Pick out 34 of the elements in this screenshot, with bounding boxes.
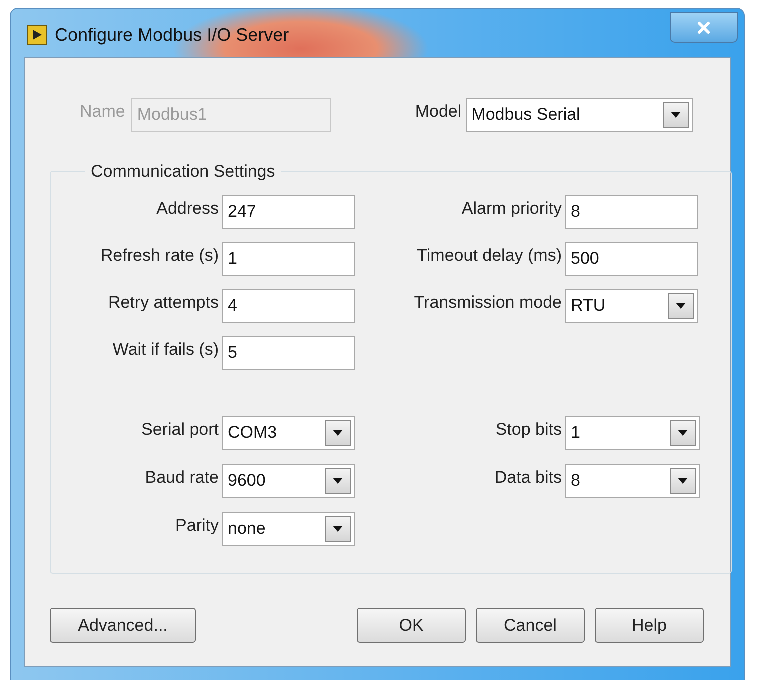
field-label: Baud rate [144, 467, 219, 489]
field-label: Wait if fails (s) [112, 339, 219, 361]
dialog-button[interactable]: Advanced... [50, 608, 196, 643]
field-label: Model [415, 101, 462, 123]
input-field[interactable]: 8 [565, 195, 698, 229]
dropdown[interactable]: Modbus Serial [466, 98, 693, 132]
dropdown[interactable]: 9600 [222, 464, 355, 498]
field-label: Alarm priority [460, 198, 562, 220]
field-label: Timeout delay (ms) [416, 245, 562, 267]
app-icon [27, 25, 47, 45]
close-button[interactable] [670, 12, 738, 43]
dialog-button[interactable]: Cancel [476, 608, 585, 643]
field-label: Transmission mode [413, 292, 562, 314]
input-field[interactable]: 1 [222, 242, 355, 276]
field-label: Name [80, 101, 126, 123]
input-field[interactable]: 5 [222, 336, 355, 370]
field-label: Parity [174, 515, 219, 537]
field-label: Stop bits [494, 419, 562, 441]
input-field[interactable]: 4 [222, 289, 355, 323]
dropdown[interactable]: RTU [565, 289, 698, 323]
field-label: Retry attempts [107, 292, 219, 314]
window-title: Configure Modbus I/O Server [55, 24, 290, 47]
field-label: Refresh rate (s) [100, 245, 219, 267]
dropdown[interactable]: 1 [565, 416, 700, 450]
dropdown[interactable]: 8 [565, 464, 700, 498]
field-label: Data bits [494, 467, 562, 489]
field-label: Address [156, 198, 219, 220]
input-field[interactable]: 247 [222, 195, 355, 229]
dropdown[interactable]: COM3 [222, 416, 355, 450]
dialog-button[interactable]: OK [357, 608, 466, 643]
input-field[interactable]: 500 [565, 242, 698, 276]
field-label: Serial port [140, 419, 219, 441]
dropdown[interactable]: none [222, 512, 355, 546]
dialog-button[interactable]: Help [595, 608, 704, 643]
